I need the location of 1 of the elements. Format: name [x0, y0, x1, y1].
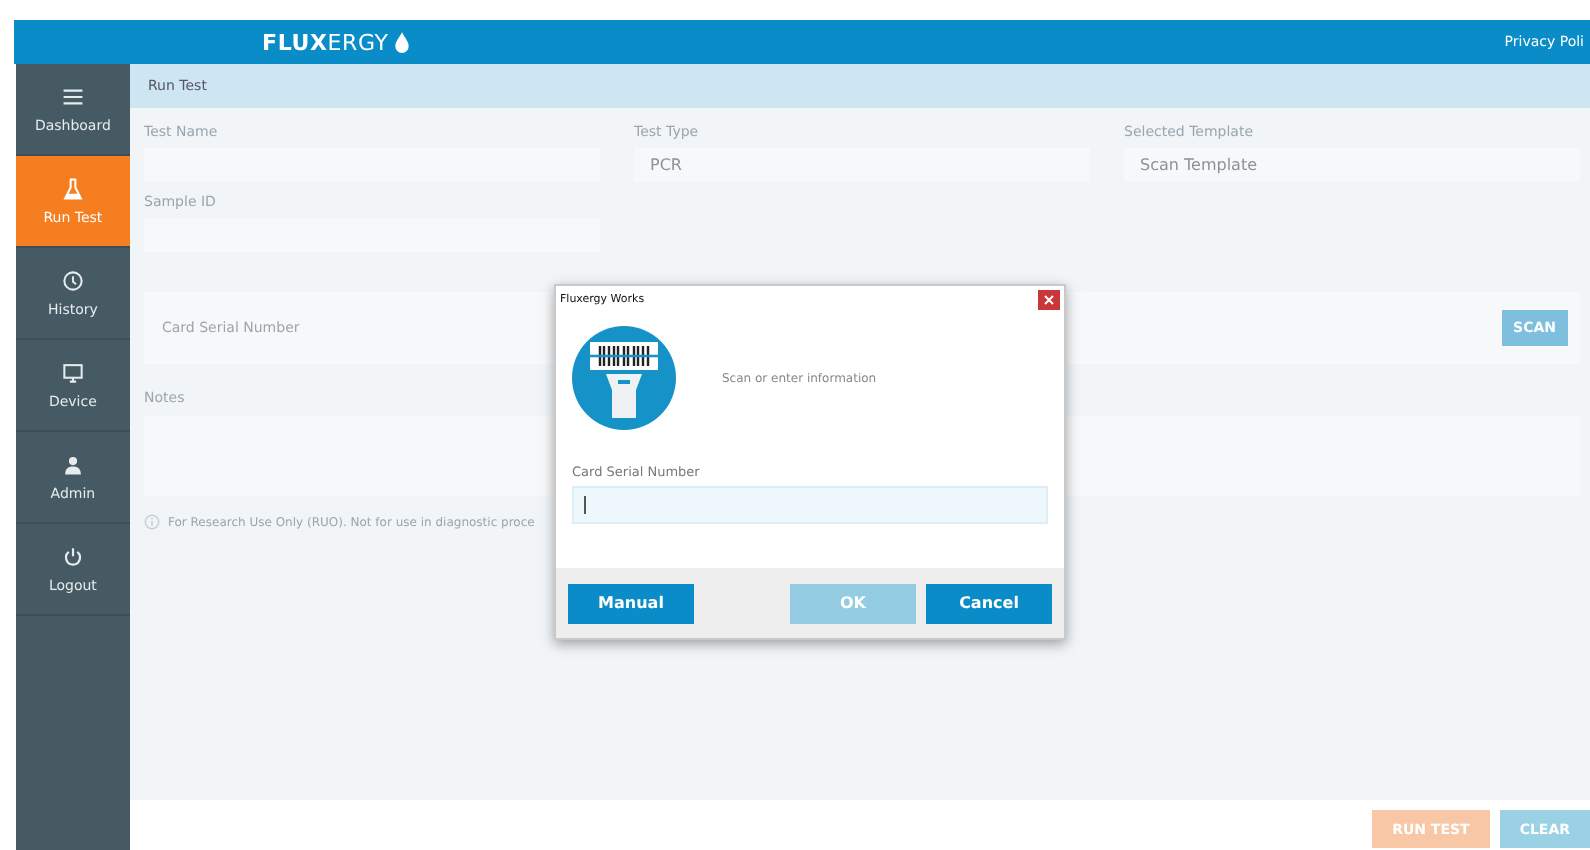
logo-text: FLUXERGY — [262, 29, 389, 55]
